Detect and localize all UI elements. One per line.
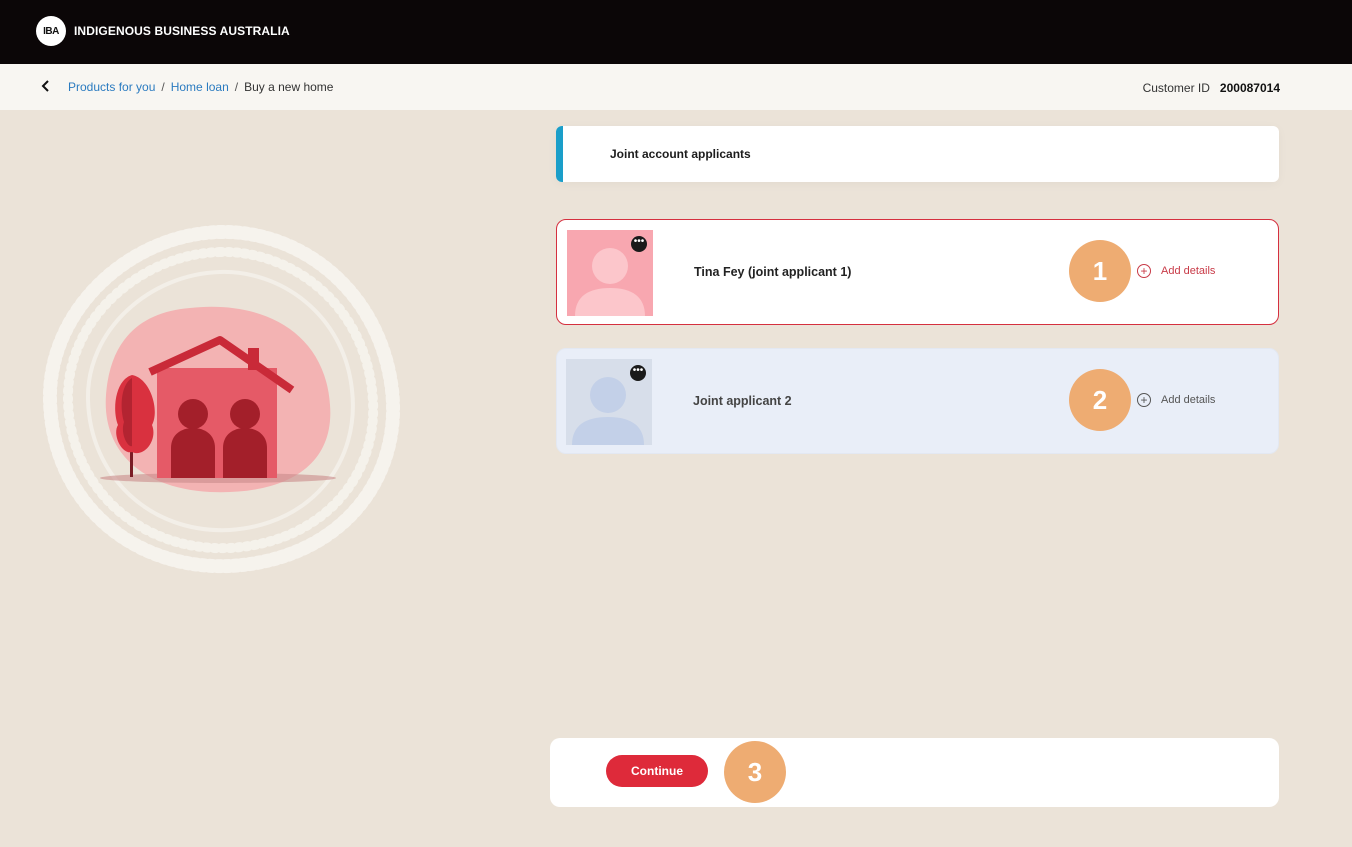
breadcrumb-separator: /	[161, 80, 165, 94]
more-options-icon[interactable]: •••	[630, 365, 646, 381]
applicant-name: Tina Fey (joint applicant 1)	[694, 265, 852, 279]
add-details-label: Add details	[1161, 394, 1216, 406]
step-badge: 1	[1069, 240, 1131, 302]
iba-logo[interactable]: IBA	[36, 16, 66, 46]
footer-actions: Continue 3	[550, 738, 1279, 807]
continue-button[interactable]: Continue	[606, 755, 708, 787]
accent-bar	[556, 126, 563, 182]
breadcrumb: Products for you / Home loan / Buy a new…	[68, 80, 333, 94]
home-illustration	[40, 220, 405, 575]
add-details-button[interactable]: + Add details	[1137, 393, 1215, 407]
avatar: •••	[567, 230, 653, 316]
plus-circle-icon: +	[1137, 264, 1151, 278]
breadcrumb-current: Buy a new home	[244, 80, 334, 94]
breadcrumb-home-loan[interactable]: Home loan	[171, 80, 229, 94]
breadcrumb-separator: /	[234, 80, 239, 94]
step-badge: 2	[1069, 369, 1131, 431]
plus-circle-icon: +	[1137, 393, 1151, 407]
more-options-icon[interactable]: •••	[631, 236, 647, 252]
add-details-label: Add details	[1161, 265, 1216, 277]
breadcrumb-products-for-you[interactable]: Products for you	[68, 80, 155, 94]
applicant-card-2[interactable]: ••• Joint applicant 2 2 + Add details	[556, 348, 1279, 454]
customer-id-label: Customer ID	[1142, 81, 1210, 95]
back-chevron-icon[interactable]	[38, 78, 54, 94]
avatar: •••	[566, 359, 652, 445]
step-badge: 3	[724, 741, 786, 803]
add-details-button[interactable]: + Add details	[1137, 264, 1215, 278]
brand-name: INDIGENOUS BUSINESS AUSTRALIA	[74, 24, 290, 38]
customer-id: Customer ID 200087014	[1143, 81, 1280, 95]
customer-id-value: 200087014	[1219, 81, 1280, 95]
applicant-card-1[interactable]: ••• Tina Fey (joint applicant 1) 1 + Add…	[556, 219, 1279, 325]
top-bar: IBA INDIGENOUS BUSINESS AUSTRALIA	[0, 0, 1352, 64]
applicant-name: Joint applicant 2	[693, 394, 792, 408]
joint-applicants-header: Joint account applicants	[556, 126, 1279, 182]
section-title: Joint account applicants	[610, 147, 751, 161]
